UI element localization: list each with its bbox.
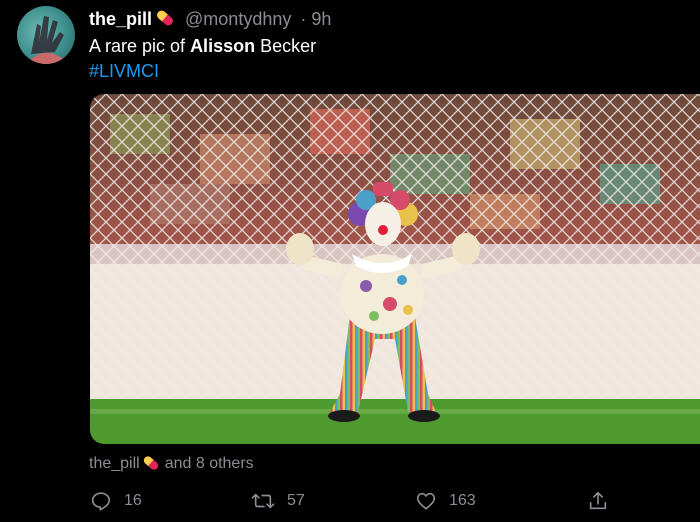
tweet-text: A rare pic of Alisson Becker <box>89 35 316 57</box>
handle[interactable]: @montydhny <box>185 9 291 29</box>
reply-icon <box>90 490 112 512</box>
pill-icon <box>154 8 176 33</box>
tweet-text-start: A rare pic of <box>89 36 191 56</box>
tweet-media-image[interactable] <box>90 94 700 444</box>
avatar[interactable] <box>17 6 75 64</box>
timestamp[interactable]: 9h <box>311 9 331 29</box>
pill-icon <box>141 454 161 478</box>
tweet-text-bold: Alisson <box>190 36 256 56</box>
separator: · <box>300 9 307 29</box>
retweet-count: 57 <box>287 492 305 509</box>
display-name[interactable]: the_pill <box>89 9 152 29</box>
share-button[interactable] <box>587 489 609 513</box>
liked-by-name: the_pill <box>89 455 140 472</box>
like-count: 163 <box>449 492 476 509</box>
reply-count: 16 <box>124 492 142 509</box>
liked-by[interactable]: the_pill and 8 others <box>89 454 254 478</box>
tweet-header: the_pill @montydhny · 9h <box>89 8 331 33</box>
hashtag-link[interactable]: #LIVMCI <box>89 60 159 82</box>
like-button[interactable]: 163 <box>415 489 476 513</box>
share-icon <box>587 490 609 512</box>
clown-goalkeeper-photo <box>90 94 700 444</box>
like-icon <box>415 490 437 512</box>
retweet-button[interactable]: 57 <box>251 489 305 513</box>
avatar-image <box>27 16 69 64</box>
tweet-text-end: Becker <box>255 36 317 56</box>
retweet-icon <box>251 490 275 512</box>
reply-button[interactable]: 16 <box>90 489 142 513</box>
liked-by-suffix: and 8 others <box>164 455 254 472</box>
